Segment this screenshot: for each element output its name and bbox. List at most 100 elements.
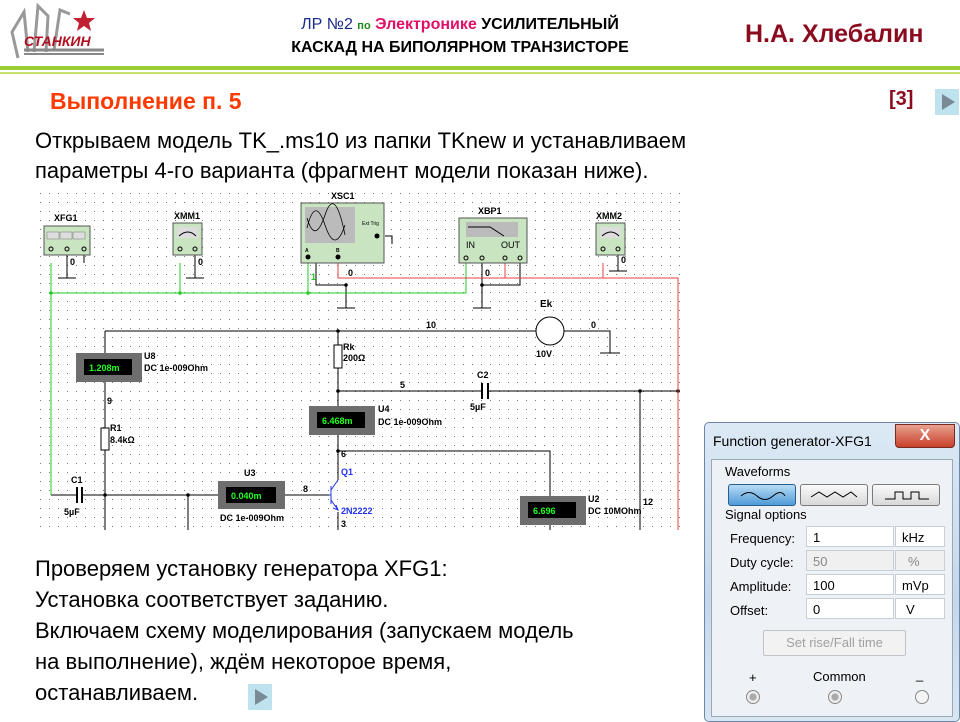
function-generator-xfg1[interactable] <box>43 225 91 256</box>
u8-reading: 1.208m <box>89 363 120 373</box>
u4-spec: DC 1e-009Ohm <box>378 417 442 427</box>
node-label: 0 <box>485 268 490 278</box>
resistor-rk <box>333 344 343 369</box>
offset-label: Offset: <box>730 603 769 618</box>
set-rise-fall-time-button[interactable]: Set rise/Fall time <box>763 630 906 656</box>
label-xbp1: XBP1 <box>478 206 502 216</box>
node-label: 0 <box>348 268 353 278</box>
node-label: 5 <box>400 380 405 390</box>
node-label: 0 <box>198 257 203 267</box>
u3-name: U3 <box>244 468 256 478</box>
offset-input[interactable]: 0 <box>806 598 894 619</box>
author: Н.А. Хлебалин <box>745 20 924 48</box>
node-label: 10 <box>426 320 436 330</box>
signal-options-label: Signal options <box>725 507 807 522</box>
triangle-wave-icon <box>810 491 858 498</box>
dialog-body: Waveforms Signal options Frequency: 1 kH… <box>711 459 953 717</box>
resistor-r1 <box>100 427 110 451</box>
plus-terminal[interactable] <box>746 690 760 704</box>
close-button[interactable]: X <box>895 424 955 448</box>
multimeter-xmm2[interactable] <box>595 222 626 256</box>
label-ext-trig: Ext Trig <box>362 221 379 227</box>
node-label: 1 <box>311 272 316 282</box>
u3-reading: 0.040m <box>231 491 262 501</box>
square-wave-button[interactable] <box>872 484 940 506</box>
u2-name: U2 <box>588 494 600 504</box>
c2-value: 5µF <box>470 402 486 412</box>
minus-terminal[interactable] <box>915 690 929 704</box>
divider <box>0 66 960 70</box>
ek-value: 10V <box>536 349 552 359</box>
frequency-unit[interactable]: kHz <box>895 526 945 547</box>
title-line2: КАСКАД НА БИПОЛЯРНОМ ТРАНЗИСТОРЕ <box>291 39 629 56</box>
duty-cycle-unit[interactable]: % <box>895 550 945 571</box>
voltage-source-ek <box>535 316 565 346</box>
u2-reading: 6.696 <box>533 506 556 516</box>
label-a: A <box>305 248 309 254</box>
duty-cycle-label: Duty cycle: <box>730 555 794 570</box>
triangle-wave-button[interactable] <box>800 484 868 506</box>
node-label: 12 <box>643 497 653 507</box>
subject: Электронике <box>375 16 477 33</box>
ammeter-u3[interactable]: 0.040m <box>218 481 285 509</box>
node-label: 6 <box>341 449 346 459</box>
q1-name: Q1 <box>341 467 353 477</box>
function-generator-dialog: Function generator-XFG1 X Waveforms Sign… <box>704 422 960 722</box>
duty-cycle-input[interactable]: 50 <box>806 550 894 571</box>
title-line1: УСИЛИТЕЛЬНЫЙ <box>481 16 619 33</box>
outro-line: останавливаем. <box>35 680 199 705</box>
ammeter-u8[interactable]: 1.208m <box>76 353 142 382</box>
node-label: 0 <box>591 320 596 330</box>
next-button[interactable] <box>935 89 959 115</box>
ammeter-u4[interactable]: 6.468m <box>309 406 375 435</box>
square-wave-icon <box>885 491 929 500</box>
intro-line: параметры 4-го варианта (фрагмент модели… <box>35 158 649 183</box>
u4-name: U4 <box>378 404 390 414</box>
plus-terminal-label: + <box>749 670 757 685</box>
intro-line: Открываем модель TK_.ms10 из папки TKnew… <box>35 128 687 153</box>
label-xsc1: XSC1 <box>331 191 355 201</box>
u8-spec: DC 1e-009Ohm <box>144 363 208 373</box>
header-title: ЛР №2 по Электронике УСИЛИТЕЛЬНЫЙ КАСКАД… <box>230 14 690 59</box>
amplitude-input[interactable]: 100 <box>806 574 894 595</box>
frequency-label: Frequency: <box>730 531 796 546</box>
circuit-schematic: 1.208m 6.468m 0.040m 6.696 XFG1 XMM1 XSC… <box>38 190 686 530</box>
label-in: IN <box>466 240 475 250</box>
u8-name: U8 <box>144 351 156 361</box>
stankin-logo: СТАНКИН <box>4 2 116 64</box>
outro-line: на выполнение), ждём некоторое время, <box>35 649 452 674</box>
frequency-input[interactable]: 1 <box>806 526 894 547</box>
rk-value: 200Ω <box>343 353 365 363</box>
run-play-button[interactable] <box>248 684 272 710</box>
outro-line: Проверяем установку генератора XFG1: <box>35 556 448 581</box>
amplitude-unit[interactable]: mVp <box>895 574 945 595</box>
r1-value: 8.4kΩ <box>110 435 135 445</box>
node-label: 0 <box>621 255 626 265</box>
node-label: 8 <box>303 484 308 494</box>
label-b: B <box>336 248 340 254</box>
amplitude-label: Amplitude: <box>730 579 792 594</box>
outro-line: Включаем схему моделирования (запускаем … <box>35 618 574 643</box>
reference-link[interactable]: [3] <box>889 88 913 111</box>
label-xmm1: XMM1 <box>174 211 200 221</box>
ek-name: Ek <box>540 299 553 310</box>
label-xfg1: XFG1 <box>54 213 78 223</box>
rk-name: Rk <box>343 342 355 352</box>
u4-reading: 6.468m <box>322 416 353 426</box>
sine-wave-icon <box>740 492 786 500</box>
sine-wave-button[interactable] <box>728 484 796 506</box>
c1-value: 5µF <box>64 507 80 517</box>
voltmeter-u2[interactable]: 6.696 <box>520 496 586 525</box>
common-terminal[interactable] <box>828 690 842 704</box>
u2-spec: DC 10MOhm <box>588 506 642 516</box>
oscilloscope-xsc1[interactable] <box>300 202 385 264</box>
c2-name: C2 <box>477 370 489 380</box>
multimeter-xmm1[interactable] <box>172 222 203 256</box>
intro-text: Открываем модель TK_.ms10 из папки TKnew… <box>35 126 686 186</box>
dialog-title: Function generator-XFG1 <box>713 433 872 449</box>
waveforms-label: Waveforms <box>725 464 791 479</box>
label-out: OUT <box>501 240 521 250</box>
q1-model: 2N2222 <box>341 506 373 516</box>
u3-spec: DC 1e-009Ohm <box>220 513 284 523</box>
offset-unit[interactable]: V <box>895 598 945 619</box>
